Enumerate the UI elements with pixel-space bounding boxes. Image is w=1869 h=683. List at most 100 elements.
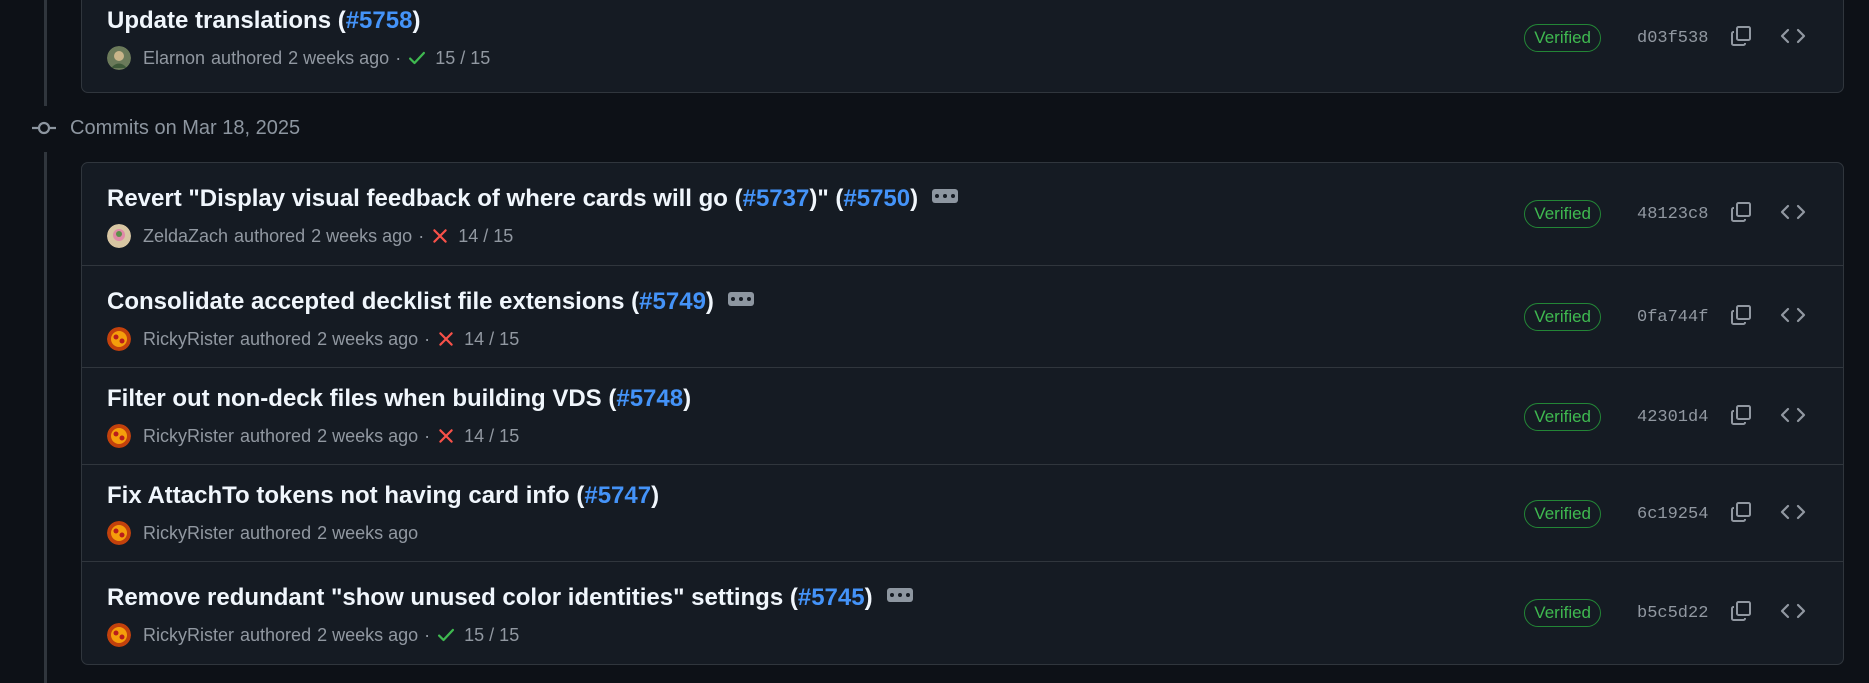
commit-actions: Verified 0fa744f: [1524, 299, 1813, 335]
avatar[interactable]: [107, 623, 131, 647]
check-icon[interactable]: [407, 48, 427, 68]
author-name[interactable]: RickyRister: [143, 426, 234, 447]
commit-actions: Verified d03f538: [1524, 20, 1813, 56]
commit-title[interactable]: Filter out non-deck files when building …: [107, 385, 691, 413]
expand-message-button[interactable]: [886, 588, 913, 602]
browse-code-button[interactable]: [1773, 299, 1813, 335]
verified-badge[interactable]: Verified: [1524, 599, 1601, 627]
pr-link[interactable]: #5750: [843, 185, 910, 213]
commit-sha[interactable]: d03f538: [1637, 29, 1709, 48]
expand-message-button[interactable]: [727, 292, 754, 306]
code-icon: [1780, 200, 1806, 229]
pr-link[interactable]: #5758: [346, 7, 413, 35]
browse-code-button[interactable]: [1773, 399, 1813, 435]
copy-icon: [1729, 303, 1753, 332]
avatar[interactable]: [107, 224, 131, 248]
copy-sha-button[interactable]: [1721, 20, 1761, 56]
commit-list-previous: Update translations (#5758) Elarnon auth…: [81, 0, 1844, 93]
commit-list: Revert "Display visual feedback of where…: [81, 162, 1844, 665]
pr-link[interactable]: #5737: [743, 185, 810, 213]
commit-title[interactable]: Remove redundant "show unused color iden…: [107, 584, 913, 612]
commit-title-end: ): [651, 482, 660, 509]
commit-title[interactable]: Update translations (#5758): [107, 7, 420, 35]
author-name[interactable]: RickyRister: [143, 625, 234, 646]
commit-title-end: ): [412, 7, 421, 34]
author-name[interactable]: ZeldaZach: [143, 226, 228, 247]
commit-row: Update translations (#5758) Elarnon auth…: [82, 0, 1843, 94]
checks-count[interactable]: 14 / 15: [464, 329, 519, 350]
verified-badge[interactable]: Verified: [1524, 303, 1601, 331]
avatar[interactable]: [107, 327, 131, 351]
commit-title-text: Remove redundant "show unused color iden…: [107, 584, 798, 611]
checks-count[interactable]: 14 / 15: [464, 426, 519, 447]
pr-link[interactable]: #5745: [798, 584, 865, 612]
verified-badge[interactable]: Verified: [1524, 24, 1601, 52]
pr-link[interactable]: #5749: [639, 288, 706, 316]
verified-badge[interactable]: Verified: [1524, 500, 1601, 528]
author-name[interactable]: Elarnon: [143, 48, 205, 69]
copy-sha-button[interactable]: [1721, 595, 1761, 631]
copy-sha-button[interactable]: [1721, 399, 1761, 435]
code-icon: [1780, 599, 1806, 628]
copy-sha-button[interactable]: [1721, 496, 1761, 532]
copy-icon: [1729, 500, 1753, 529]
timeline-line-bottom: [44, 152, 47, 683]
checks-count[interactable]: 14 / 15: [458, 226, 513, 247]
commit-meta: RickyRister authored 2 weeks ago · 14 / …: [107, 424, 519, 448]
commit-sha[interactable]: b5c5d22: [1637, 604, 1709, 623]
commit-meta: ZeldaZach authored 2 weeks ago · 14 / 15: [107, 224, 513, 248]
code-icon: [1780, 24, 1806, 53]
commit-title-text: Fix AttachTo tokens not having card info…: [107, 482, 585, 509]
author-name[interactable]: RickyRister: [143, 329, 234, 350]
authored-label: authored: [240, 522, 312, 543]
x-icon[interactable]: [430, 226, 450, 246]
commit-title[interactable]: Consolidate accepted decklist file exten…: [107, 288, 754, 316]
commit-title-mid: )" (: [809, 185, 844, 212]
x-icon[interactable]: [436, 426, 456, 446]
commit-group-header: Commits on Mar 18, 2025: [30, 110, 300, 146]
code-icon: [1780, 500, 1806, 529]
check-icon[interactable]: [436, 625, 456, 645]
commit-row: Fix AttachTo tokens not having card info…: [82, 464, 1843, 562]
commit-title[interactable]: Revert "Display visual feedback of where…: [107, 185, 959, 213]
avatar[interactable]: [107, 521, 131, 545]
verified-badge[interactable]: Verified: [1524, 200, 1601, 228]
commit-title-text: Revert "Display visual feedback of where…: [107, 185, 743, 212]
commit-sha[interactable]: 48123c8: [1637, 205, 1709, 224]
commit-sha[interactable]: 6c19254: [1637, 505, 1709, 524]
commit-sha[interactable]: 0fa744f: [1637, 308, 1709, 327]
expand-message-button[interactable]: [932, 189, 959, 203]
author-name[interactable]: RickyRister: [143, 523, 234, 544]
authored-label: authored: [234, 225, 306, 246]
authored-label: authored: [240, 425, 312, 446]
copy-sha-button[interactable]: [1721, 196, 1761, 232]
avatar[interactable]: [107, 424, 131, 448]
commit-title-text: Update translations (: [107, 7, 346, 34]
pr-link[interactable]: #5747: [584, 482, 651, 510]
copy-icon: [1729, 403, 1753, 432]
checks-count[interactable]: 15 / 15: [464, 625, 519, 646]
code-icon: [1780, 303, 1806, 332]
authored-label: authored: [211, 47, 283, 68]
authored-label: authored: [240, 328, 312, 349]
checks-count[interactable]: 15 / 15: [435, 48, 490, 69]
commit-meta: RickyRister authored 2 weeks ago: [107, 521, 418, 545]
commit-time: 2 weeks ago: [317, 522, 419, 543]
commit-row: Filter out non-deck files when building …: [82, 367, 1843, 465]
timeline-line-top: [44, 0, 47, 106]
browse-code-button[interactable]: [1773, 496, 1813, 532]
x-icon[interactable]: [436, 329, 456, 349]
browse-code-button[interactable]: [1773, 20, 1813, 56]
pr-link[interactable]: #5748: [616, 385, 683, 413]
copy-sha-button[interactable]: [1721, 299, 1761, 335]
commit-time: 2 weeks ago: [317, 624, 419, 645]
commit-sha[interactable]: 42301d4: [1637, 408, 1709, 427]
commit-title-end: ): [910, 185, 919, 212]
verified-badge[interactable]: Verified: [1524, 403, 1601, 431]
browse-code-button[interactable]: [1773, 196, 1813, 232]
commit-time: 2 weeks ago: [311, 225, 413, 246]
browse-code-button[interactable]: [1773, 595, 1813, 631]
avatar[interactable]: [107, 46, 131, 70]
commit-title[interactable]: Fix AttachTo tokens not having card info…: [107, 482, 659, 510]
commit-title-end: ): [864, 584, 873, 611]
